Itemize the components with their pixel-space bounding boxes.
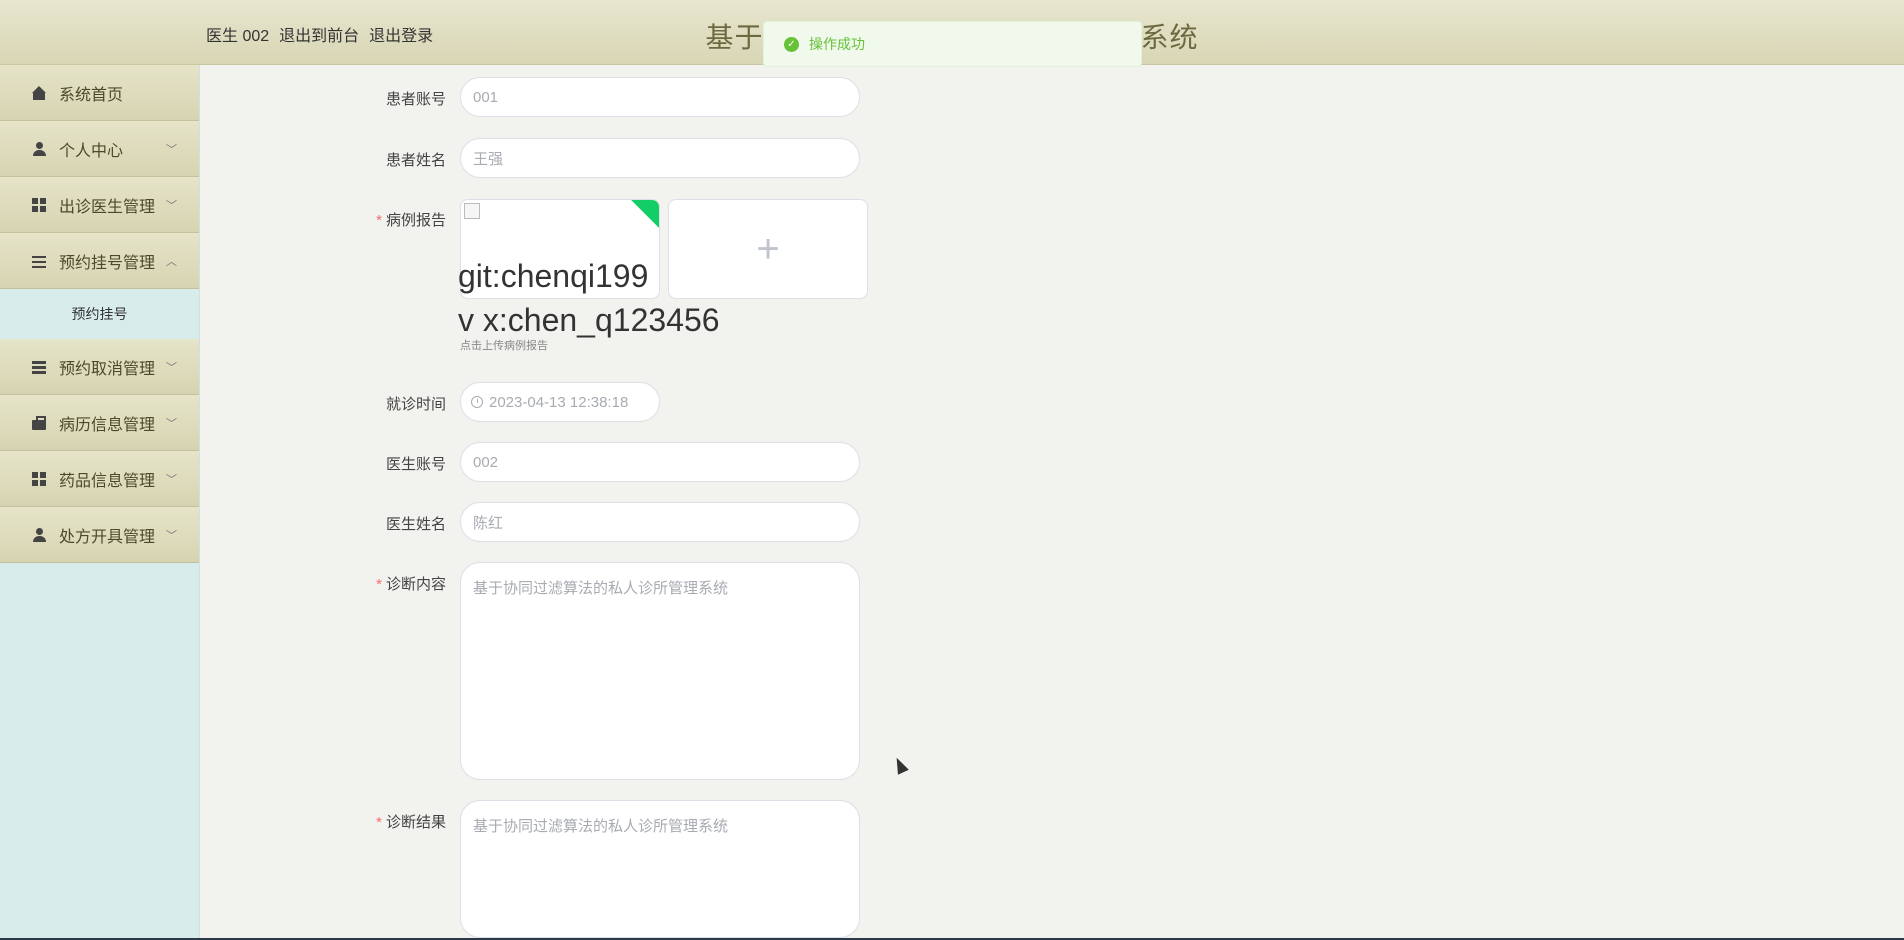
chevron-down-icon: ﹀ [166,530,177,542]
person-icon [32,527,46,542]
visit-time-label: 就诊时间 [385,396,446,413]
diagnosis-result-textarea[interactable]: 基于协同过滤算法的私人诊所管理系统 [460,800,860,938]
submenu-item-appointment[interactable]: 预约挂号 [0,289,199,339]
success-toast: ✓ 操作成功 [763,21,1142,67]
visit-time-picker[interactable]: 2023-04-13 12:38:18 [460,382,660,422]
patient-name-input[interactable]: 王强 [460,138,860,178]
doctor-name-input[interactable]: 陈红 [460,502,860,542]
clock-icon [471,396,483,408]
sidebar-item-doctors[interactable]: 出诊医生管理 ﹀ [0,177,199,233]
chevron-down-icon: ﹀ [166,362,177,374]
mouse-cursor-icon [891,755,909,775]
chevron-down-icon: ﹀ [166,200,177,212]
chevron-down-icon: ﹀ [166,144,177,156]
sidebar-item-records[interactable]: 病历信息管理 ﹀ [0,395,199,451]
watermark-line-2: v x:chen_q123456 [458,302,720,338]
sidebar-item-cancellations[interactable]: 预约取消管理 ﹀ [0,339,199,395]
sidebar-item-home[interactable]: 系统首页 [0,65,199,121]
grid-icon [32,471,46,486]
visit-time-value: 2023-04-13 12:38:18 [489,393,629,411]
doctor-account-label: 医生账号 [385,456,446,473]
diagnosis-result-label: 诊断结果 [346,811,456,832]
sidebar-item-profile[interactable]: 个人中心 ﹀ [0,121,199,177]
upload-add-button[interactable]: + [668,199,868,299]
sidebar-item-label: 系统首页 [59,86,124,104]
sidebar-item-label: 出诊医生管理 [59,198,156,216]
sidebar-item-prescriptions[interactable]: 处方开具管理 ﹀ [0,507,199,563]
person-icon [32,141,46,156]
diagnosis-content-label: 诊断内容 [346,573,456,594]
patient-account-input[interactable]: 001 [460,77,860,117]
chevron-down-icon: ﹀ [166,474,177,486]
upload-tip: 点击上传病例报告 [460,340,548,352]
sliders-icon [32,253,46,268]
sidebar-item-label: 病历信息管理 [59,416,156,434]
sidebar: 系统首页 个人中心 ﹀ 出诊医生管理 ﹀ 预约挂号管理 ︿ 预约挂号 预约取消管… [0,65,200,940]
sidebar-item-label: 药品信息管理 [59,472,156,490]
upload-success-badge [629,200,659,231]
chevron-down-icon: ﹀ [166,418,177,430]
case-report-label: 病例报告 [346,209,456,230]
sidebar-item-label: 预约挂号管理 [59,254,156,272]
diagnosis-content-textarea[interactable]: 基于协同过滤算法的私人诊所管理系统 [460,562,860,780]
watermark-line-1: git:chenqi199 [458,258,649,294]
toast-message: 操作成功 [809,36,865,52]
sidebar-item-label: 预约取消管理 [59,360,156,378]
list-icon [32,359,46,374]
sidebar-item-appointments[interactable]: 预约挂号管理 ︿ [0,233,199,289]
patient-name-label: 患者姓名 [385,152,446,169]
doctor-account-input[interactable]: 002 [460,442,860,482]
sidebar-item-label: 处方开具管理 [59,528,156,546]
patient-account-label: 患者账号 [385,91,446,108]
broken-image-icon [464,203,480,219]
home-icon [32,85,46,100]
grid-icon [32,197,46,212]
sidebar-item-medicine[interactable]: 药品信息管理 ﹀ [0,451,199,507]
briefcase-icon [32,415,46,430]
chevron-up-icon: ︿ [166,256,177,268]
sidebar-item-label: 个人中心 [59,142,124,160]
check-circle-icon: ✓ [784,36,799,52]
doctor-name-label: 医生姓名 [385,516,446,533]
